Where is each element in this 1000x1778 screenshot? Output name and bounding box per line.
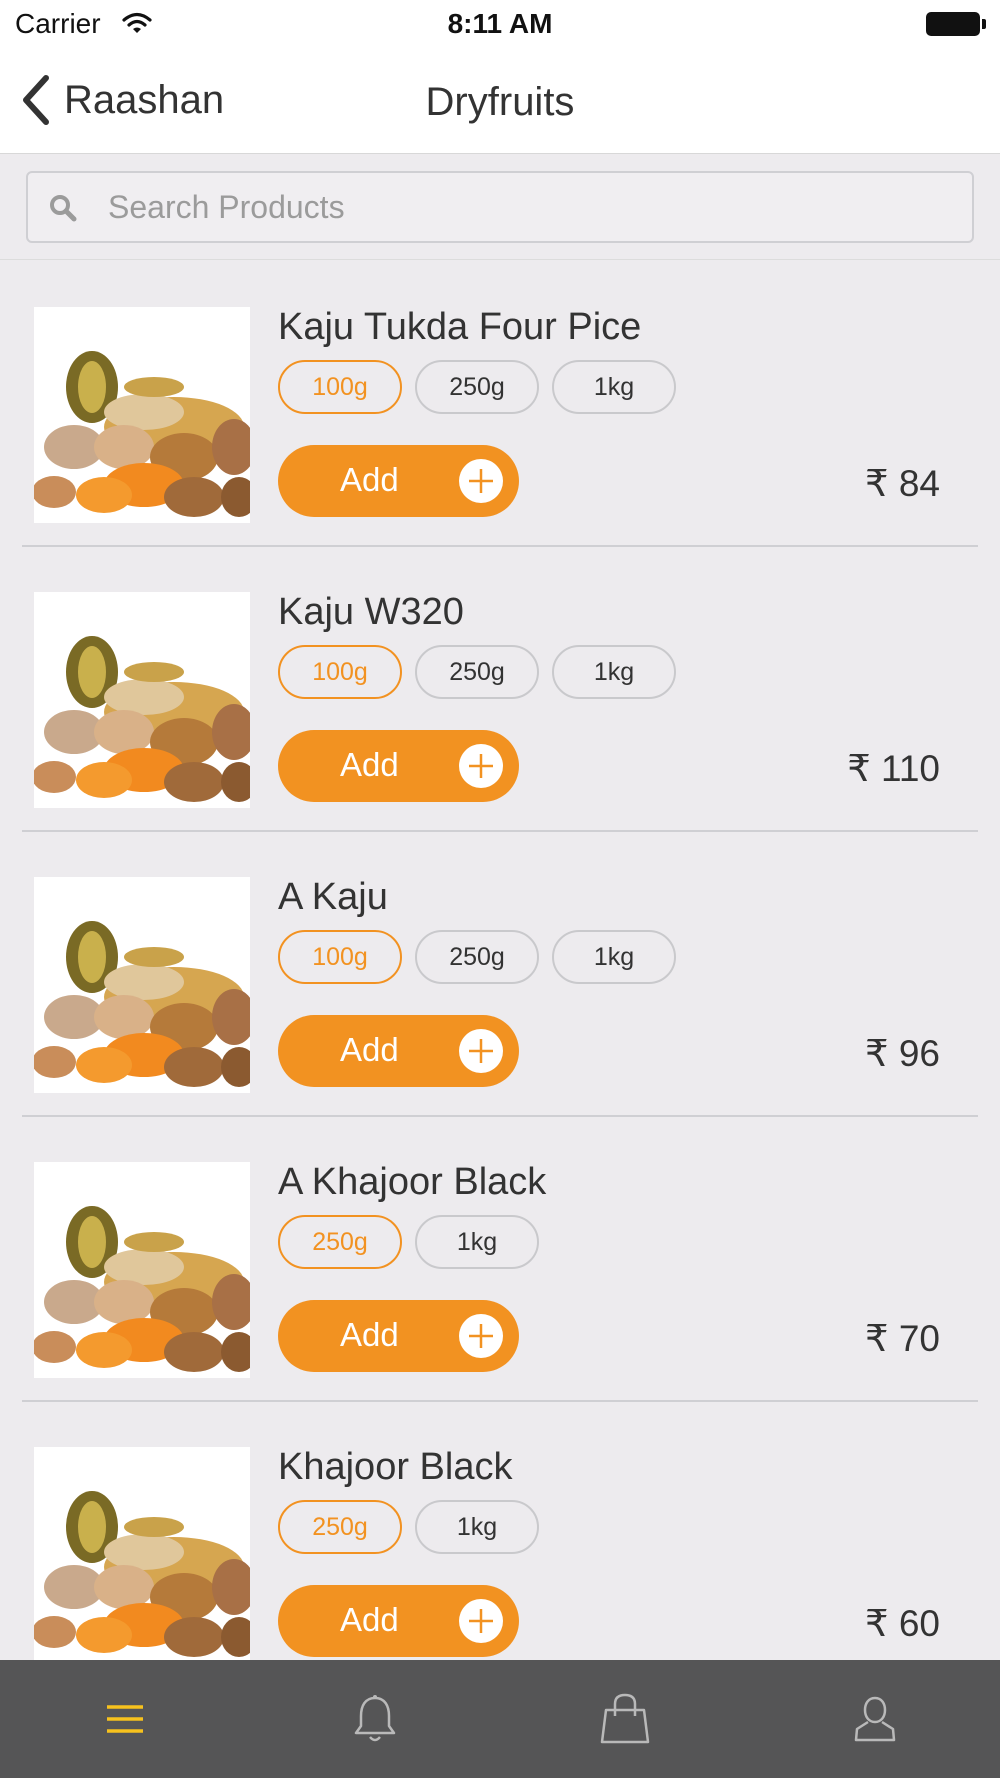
search-bar [0,155,1000,260]
add-label: Add [340,1601,399,1638]
add-label: Add [340,1031,399,1068]
size-option[interactable]: 250g [278,1500,402,1554]
product-image [34,1162,250,1378]
product-list: Kaju Tukda Four Pice 100g 250g 1kg Add ₹ 8… [0,262,1000,1660]
search-input[interactable] [108,183,948,231]
product-price: ₹ 70 [865,1318,940,1359]
page-title: Dryfruits [425,80,575,124]
size-option[interactable]: 100g [278,645,402,699]
dryfruits-image [34,592,250,808]
size-option[interactable]: 250g [415,645,539,699]
product-name: Kaju W320 [278,591,464,633]
tab-cart[interactable] [500,1660,750,1778]
product-image [34,877,250,1093]
clock: 8:11 AM [447,8,553,39]
size-option[interactable]: 250g [415,360,539,414]
size-options: 250g 1kg [278,1215,539,1269]
product-price: ₹ 60 [865,1603,940,1644]
size-option[interactable]: 1kg [552,930,676,984]
product-name: Khajoor Black [278,1446,513,1488]
status-bar: Carrier 8:11 AM [0,0,1000,50]
size-option[interactable]: 100g [278,930,402,984]
plus-circle-icon [459,459,503,503]
search-icon [50,195,77,222]
tab-notifications[interactable] [250,1660,500,1778]
product-price: ₹ 84 [865,463,940,504]
user-icon [854,1696,896,1742]
product-name: A Khajoor Black [278,1161,547,1203]
size-options: 100g 250g 1kg [278,930,676,984]
plus-circle-icon [459,744,503,788]
size-option[interactable]: 100g [278,360,402,414]
add-label: Add [340,461,399,498]
plus-circle-icon [459,1314,503,1358]
bell-icon [354,1695,396,1742]
navigation-bar: Raashan Dryfruits [0,50,1000,154]
product-row: A Khajoor Black 250g 1kg Add ₹ 70 [0,1117,1000,1402]
battery-icon [926,12,986,36]
add-to-cart-button[interactable]: Add [278,1585,519,1657]
product-price: ₹ 96 [865,1033,940,1074]
add-label: Add [340,746,399,783]
size-option[interactable]: 1kg [552,645,676,699]
size-options: 100g 250g 1kg [278,360,676,414]
size-option[interactable]: 1kg [415,1215,539,1269]
size-options: 100g 250g 1kg [278,645,676,699]
dryfruits-image [34,877,250,1093]
add-to-cart-button[interactable]: Add [278,1300,519,1372]
size-option[interactable]: 250g [278,1215,402,1269]
menu-icon [107,1705,143,1733]
dryfruits-image [34,1447,250,1660]
add-to-cart-button[interactable]: Add [278,445,519,517]
size-options: 250g 1kg [278,1500,539,1554]
product-price: ₹ 110 [847,748,940,789]
product-image [34,307,250,523]
dryfruits-image [34,307,250,523]
size-option[interactable]: 1kg [415,1500,539,1554]
product-row: Kaju Tukda Four Pice 100g 250g 1kg Add ₹ 8… [0,262,1000,547]
plus-circle-icon [459,1029,503,1073]
search-box[interactable] [26,171,974,243]
product-row: Kaju W320 100g 250g 1kg Add ₹ 110 [0,547,1000,832]
product-row: Khajoor Black 250g 1kg Add ₹ 60 [0,1402,1000,1660]
tab-menu[interactable] [0,1660,250,1778]
product-image [34,1447,250,1660]
add-label: Add [340,1316,399,1353]
product-row: A Kaju 100g 250g 1kg Add ₹ 96 [0,832,1000,1117]
tab-bar [0,1660,1000,1778]
shopping-bag-icon [600,1693,650,1744]
add-to-cart-button[interactable]: Add [278,730,519,802]
dryfruits-image [34,1162,250,1378]
product-name: A Kaju [278,876,388,918]
add-to-cart-button[interactable]: Add [278,1015,519,1087]
tab-profile[interactable] [750,1660,1000,1778]
product-image [34,592,250,808]
product-name: Kaju Tukda Four Pice [278,306,642,348]
size-option[interactable]: 250g [415,930,539,984]
plus-circle-icon [459,1599,503,1643]
size-option[interactable]: 1kg [552,360,676,414]
